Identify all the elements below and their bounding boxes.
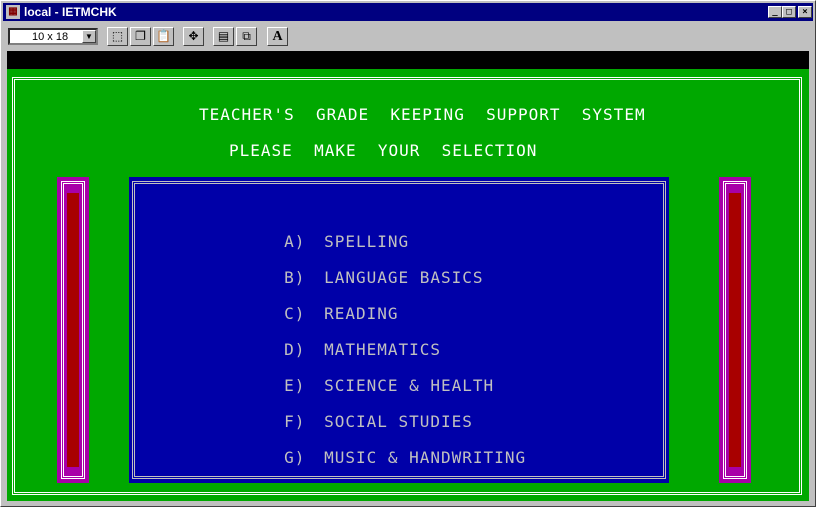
font-size-select[interactable]: 10 x 18 ▼ [8,28,98,45]
minimize-button[interactable]: _ [768,6,782,18]
background-button[interactable]: ⧉ [236,27,257,46]
properties-button[interactable]: ▤ [213,27,234,46]
title-bar[interactable]: ▦ local - IETMCHK _ □ × [3,3,813,21]
selection-menu: A) SPELLING B) LANGUAGE BASICS C) READING D… [129,177,669,483]
app-icon[interactable]: ▦ [6,5,20,19]
left-pillar-core [67,193,79,467]
screen-heading: TEACHER'S GRADE KEEPING SUPPORT SYSTEM [199,105,646,124]
background-icon: ⧉ [242,29,251,43]
mark-icon: ⬚ [111,29,124,43]
console-screen[interactable]: TEACHER'S GRADE KEEPING SUPPORT SYSTEM P… [7,69,809,501]
menu-item-music-handwriting[interactable]: G) MUSIC & HANDWRITING [199,429,526,486]
properties-icon: ▤ [217,29,230,43]
left-pillar [57,177,89,483]
console-window: ▦ local - IETMCHK _ □ × 10 x 18 ▼ ⬚ ❐ 📋 … [0,0,816,507]
font-size-value: 10 x 18 [32,31,69,43]
font-icon: A [272,29,283,44]
fullscreen-button[interactable]: ✥ [183,27,204,46]
font-button[interactable]: A [267,27,288,46]
paste-icon: 📋 [156,29,171,43]
menu-item-label: MUSIC & HANDWRITING [324,448,527,467]
console-top-bar [7,51,809,69]
fullscreen-icon: ✥ [188,29,199,43]
maximize-button[interactable]: □ [782,6,796,18]
paste-button[interactable]: 📋 [153,27,174,46]
right-pillar-core [729,193,741,467]
copy-button[interactable]: ❐ [130,27,151,46]
close-button[interactable]: × [798,6,812,18]
chevron-down-icon[interactable]: ▼ [82,30,96,43]
screen-prompt: PLEASE MAKE YOUR SELECTION [229,141,538,160]
mark-button[interactable]: ⬚ [107,27,128,46]
window-title: local - IETMCHK [24,5,117,19]
right-pillar [719,177,751,483]
toolbar: 10 x 18 ▼ ⬚ ❐ 📋 ✥ ▤ ⧉ A [3,23,813,49]
copy-icon: ❐ [135,29,146,43]
menu-item-key: G) [284,448,306,467]
